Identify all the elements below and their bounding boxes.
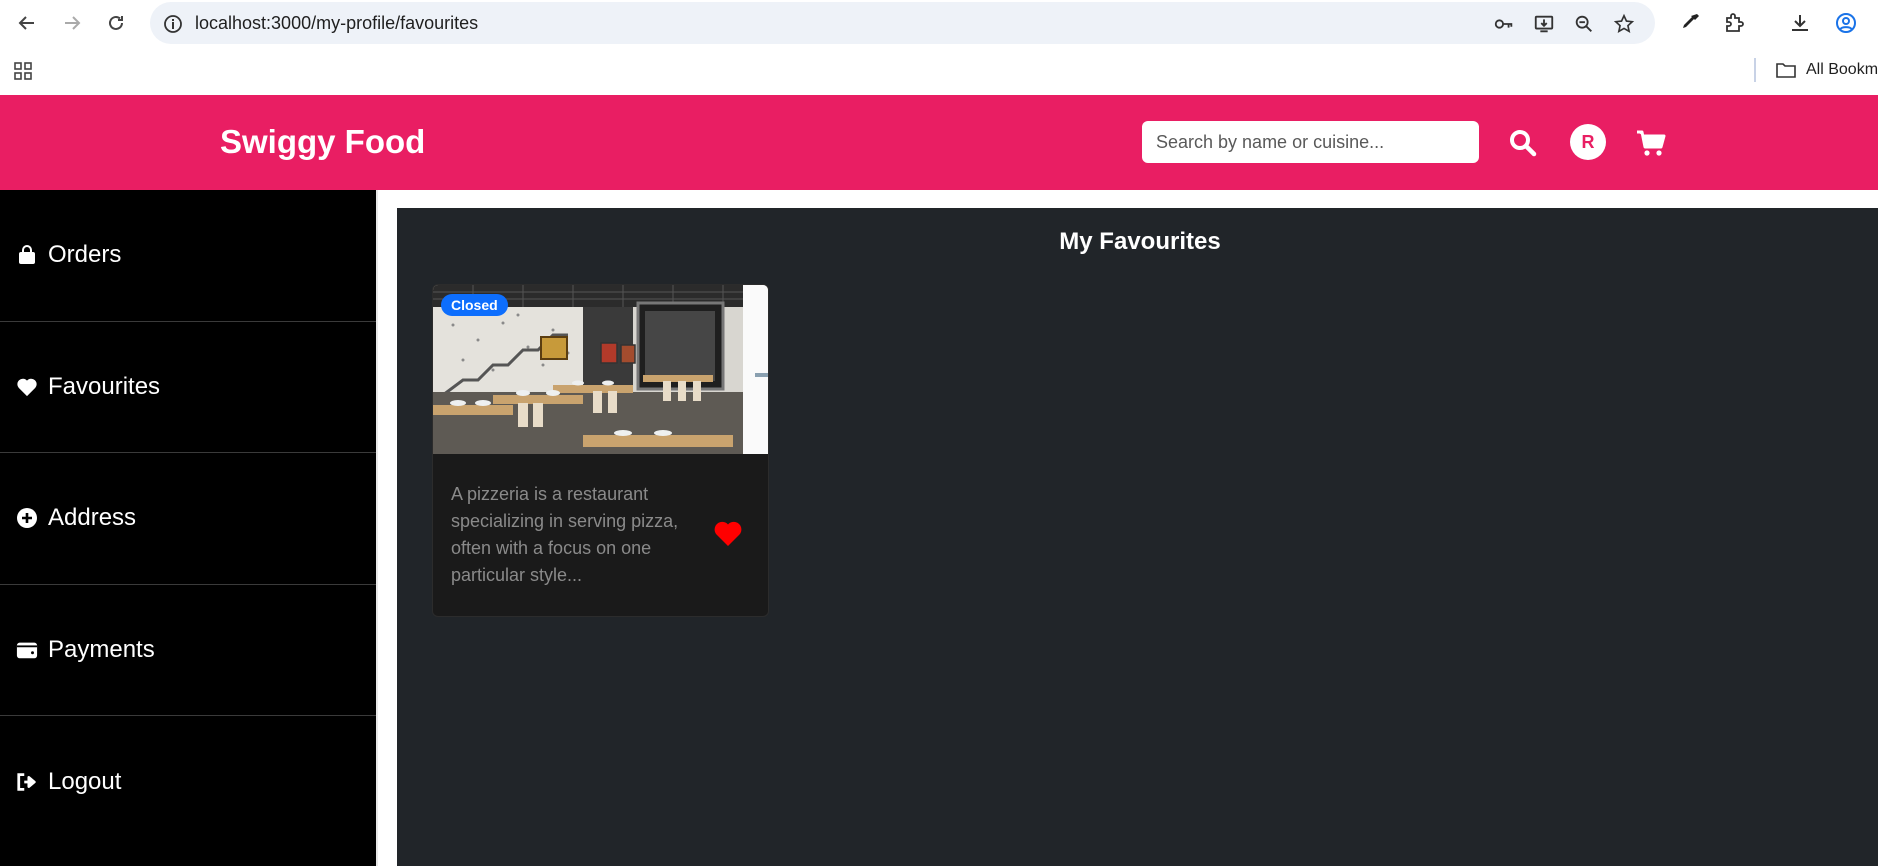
apps-grid-icon[interactable] <box>13 61 33 81</box>
install-app-icon[interactable] <box>1533 13 1555 35</box>
favourites-panel: My Favourites Closed A pizzeria is a res… <box>397 208 1878 866</box>
sidebar-item-address[interactable]: Address <box>0 453 376 585</box>
back-button[interactable] <box>13 9 41 37</box>
reload-icon <box>109 15 123 30</box>
site-info-icon[interactable] <box>162 13 184 35</box>
sidebar-item-label: Logout <box>48 768 122 796</box>
reload-button[interactable] <box>102 9 130 37</box>
url-text[interactable]: localhost:3000/my-profile/favourites <box>195 13 478 34</box>
wallet-icon <box>16 639 38 661</box>
plus-circle-icon <box>16 507 38 529</box>
forward-button[interactable] <box>58 9 86 37</box>
search-input[interactable] <box>1142 121 1479 163</box>
page-title: My Favourites <box>1059 228 1221 255</box>
sidebar-item-payments[interactable]: Payments <box>0 585 376 717</box>
back-arrow-icon <box>18 16 34 30</box>
browser-toolbar: localhost:3000/my-profile/favourites <box>0 0 1878 46</box>
logout-icon <box>16 771 38 793</box>
app-header: Swiggy Food R <box>0 95 1878 190</box>
sidebar-item-label: Address <box>48 504 137 532</box>
sidebar-item-label: Payments <box>48 636 155 664</box>
status-badge: Closed <box>441 294 508 316</box>
brand-logo[interactable]: Swiggy Food <box>220 123 425 161</box>
search-icon[interactable] <box>1508 128 1538 158</box>
restaurant-photo[interactable]: Closed <box>433 285 768 454</box>
downloads-icon[interactable] <box>1788 11 1812 35</box>
sidebar-item-label: Favourites <box>48 372 161 400</box>
restaurant-card[interactable]: Closed A pizzeria is a restaurant specia… <box>432 284 769 617</box>
forward-arrow-icon <box>65 16 81 30</box>
all-bookmarks-link[interactable]: All Bookmarks <box>1806 61 1878 79</box>
sidebar-item-orders[interactable]: Orders <box>0 190 376 322</box>
sidebar-item-label: Orders <box>48 241 122 269</box>
profile-sidebar: Orders Favourites Address Payments Logou… <box>0 190 378 866</box>
heart-icon <box>16 376 38 398</box>
bookmark-star-icon[interactable] <box>1613 13 1635 35</box>
sidebar-item-favourites[interactable]: Favourites <box>0 322 376 454</box>
folder-icon <box>1776 63 1796 78</box>
extensions-puzzle-icon[interactable] <box>1722 11 1746 35</box>
cart-icon[interactable] <box>1636 129 1666 157</box>
password-key-icon[interactable] <box>1493 13 1515 35</box>
address-bar[interactable]: localhost:3000/my-profile/favourites <box>150 2 1655 44</box>
bookmarks-bar: All Bookmarks <box>0 46 1878 95</box>
profile-account-icon[interactable] <box>1834 11 1858 35</box>
avatar[interactable]: R <box>1570 124 1606 160</box>
favourite-heart-icon[interactable] <box>713 519 743 547</box>
eyedropper-extension-icon[interactable] <box>1678 11 1702 35</box>
bookmarks-divider <box>1754 58 1756 82</box>
sidebar-item-logout[interactable]: Logout <box>0 716 376 848</box>
shopping-bag-icon <box>16 244 38 266</box>
restaurant-description: A pizzeria is a restaurant specializing … <box>451 484 679 585</box>
zoom-icon[interactable] <box>1573 13 1595 35</box>
